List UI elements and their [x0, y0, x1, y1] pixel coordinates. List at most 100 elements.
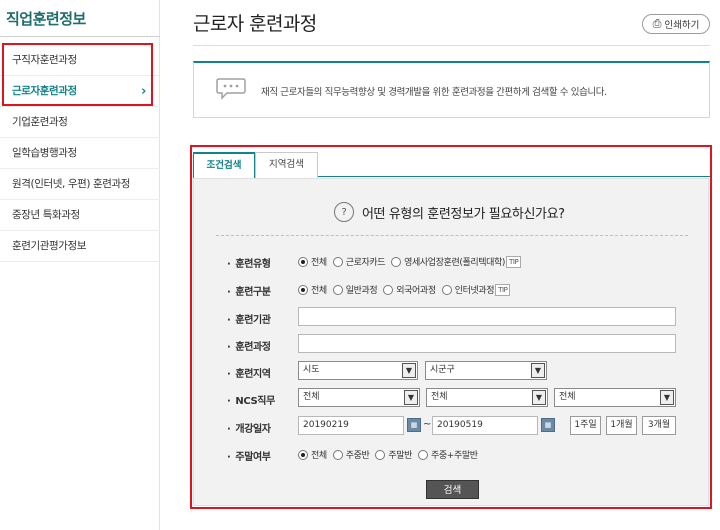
search-panel: ? 어떤 유형의 훈련정보가 필요하신가요? 훈련유형 전체 근로자카드 영세사… [193, 178, 709, 506]
course-input[interactable] [298, 334, 676, 353]
option-label: 근로자카드 [345, 258, 386, 268]
option-label: 외국어과정 [396, 286, 436, 296]
ncs-level3-select[interactable]: 전체 ▼ [554, 388, 676, 407]
start-date-label: 개강일자 [227, 420, 271, 435]
select-value: 전체 [431, 392, 448, 402]
course-label: 훈련과정 [227, 338, 271, 353]
radio[interactable] [298, 449, 308, 460]
row-institution: 훈련기관 [194, 307, 710, 329]
option-label: 주중반 [345, 451, 370, 461]
print-button[interactable]: ⎙ 인쇄하기 [642, 14, 710, 34]
training-class-option-all[interactable]: 전체 [298, 283, 327, 296]
ncs-level1-select[interactable]: 전체 ▼ [298, 388, 420, 407]
radio[interactable] [298, 284, 308, 295]
row-weekend: 주말여부 전체 주중반 주말반 주중+주말반 [194, 444, 710, 466]
printer-icon: ⎙ [652, 17, 662, 30]
sidebar-item-label: 원격(인터넷, 우편) 훈련과정 [12, 178, 131, 190]
option-label: 주중+주말반 [431, 451, 478, 461]
select-value: 전체 [559, 392, 576, 402]
option-label: 전체 [311, 286, 327, 296]
chat-bubble-icon [215, 76, 247, 108]
option-label: 전체 [311, 258, 327, 268]
search-tabs: 조건검색 지역검색 [193, 150, 710, 179]
ncs-label: NCS직무 [227, 392, 275, 407]
chevron-down-icon: ▼ [532, 390, 546, 405]
weekend-label: 주말여부 [227, 448, 271, 463]
calendar-icon[interactable]: ▦ [407, 418, 421, 432]
tab-region-search[interactable]: 지역검색 [255, 152, 318, 178]
weekend-option-both[interactable]: 주중+주말반 [418, 448, 478, 461]
row-training-class: 훈련구분 전체 일반과정 외국어과정 인터넷과정TIP [194, 279, 710, 301]
sidebar-divider [0, 36, 160, 37]
row-region: 훈련지역 시도 ▼ 시군구 ▼ [194, 361, 710, 383]
chevron-down-icon: ▼ [531, 363, 545, 378]
training-class-option-language[interactable]: 외국어과정 [383, 283, 436, 296]
sido-select[interactable]: 시도 ▼ [298, 361, 418, 380]
page-title: 근로자 훈련과정 [193, 13, 317, 35]
sidebar-menu: 구직자훈련과정 근로자훈련과정 › 기업훈련과정 일학습병행과정 원격(인터넷, … [0, 45, 160, 262]
start-date-to-input[interactable]: 20190519 [432, 416, 538, 435]
period-1week-button[interactable]: 1주일 [570, 416, 601, 435]
question-text: 어떤 유형의 훈련정보가 필요하신가요? [362, 206, 565, 222]
weekend-option-weekend[interactable]: 주말반 [375, 448, 412, 461]
weekend-option-all[interactable]: 전체 [298, 448, 327, 461]
start-date-from-input[interactable]: 20190219 [298, 416, 404, 435]
period-1month-button[interactable]: 1개월 [606, 416, 637, 435]
select-value: 전체 [303, 392, 320, 402]
option-label: 주말반 [388, 451, 413, 461]
radio[interactable] [298, 256, 308, 267]
sidebar-item-label: 일학습병행과정 [12, 147, 77, 159]
training-type-option-card[interactable]: 근로자카드 [332, 255, 386, 268]
radio[interactable] [375, 449, 386, 460]
description-box: 재직 근로자들의 직무능력향상 및 경력개발을 위한 훈련과정을 간편하게 검색… [193, 61, 710, 118]
option-label: 인터넷과정 [454, 286, 495, 296]
radio[interactable] [332, 449, 343, 460]
option-label: 전체 [311, 451, 327, 461]
sidebar-item-remote[interactable]: 원격(인터넷, 우편) 훈련과정 [0, 169, 160, 200]
sidebar-title: 직업훈련정보 [6, 10, 86, 28]
select-value: 시군구 [430, 365, 455, 375]
sidebar-item-label: 훈련기관평가정보 [12, 240, 87, 252]
tip-badge[interactable]: TIP [495, 283, 511, 296]
sidebar-item-job-seeker[interactable]: 구직자훈련과정 [0, 45, 160, 76]
radio[interactable] [391, 256, 402, 267]
training-type-option-all[interactable]: 전체 [298, 255, 327, 268]
sidebar-item-middle-aged[interactable]: 중장년 특화과정 [0, 200, 160, 231]
tip-badge[interactable]: TIP [505, 255, 522, 268]
institution-label: 훈련기관 [227, 311, 271, 326]
sidebar-item-label: 기업훈련과정 [12, 116, 68, 128]
region-label: 훈련지역 [227, 365, 271, 380]
chevron-down-icon: ▼ [404, 390, 418, 405]
option-label: 영세사업장훈련(폴리텍대학) [404, 258, 505, 268]
radio[interactable] [418, 449, 429, 460]
sidebar-item-label: 중장년 특화과정 [12, 209, 80, 221]
training-type-option-small-biz[interactable]: 영세사업장훈련(폴리텍대학) TIP [391, 255, 522, 268]
radio[interactable] [332, 256, 343, 267]
description-text: 재직 근로자들의 직무능력향상 및 경력개발을 위한 훈련과정을 간편하게 검색… [261, 87, 607, 98]
chevron-right-icon: › [141, 84, 146, 99]
row-ncs: NCS직무 전체 ▼ 전체 ▼ 전체 ▼ [194, 388, 710, 410]
period-3month-button[interactable]: 3개월 [642, 416, 676, 435]
sidebar: 직업훈련정보 구직자훈련과정 근로자훈련과정 › 기업훈련과정 일학습병행과정 원… [0, 0, 160, 530]
radio[interactable] [383, 284, 394, 295]
sigungu-select[interactable]: 시군구 ▼ [425, 361, 547, 380]
radio[interactable] [441, 284, 452, 295]
radio[interactable] [332, 284, 343, 295]
tab-condition-search[interactable]: 조건검색 [193, 152, 255, 179]
training-class-option-general[interactable]: 일반과정 [332, 283, 378, 296]
question-search-icon: ? [334, 202, 354, 222]
sidebar-item-work-study[interactable]: 일학습병행과정 [0, 138, 160, 169]
calendar-icon[interactable]: ▦ [541, 418, 555, 432]
training-class-option-internet[interactable]: 인터넷과정 TIP [441, 283, 511, 296]
sidebar-item-company[interactable]: 기업훈련과정 [0, 107, 160, 138]
institution-input[interactable] [298, 307, 676, 326]
sidebar-item-label: 구직자훈련과정 [12, 54, 77, 66]
weekend-option-weekday[interactable]: 주중반 [332, 448, 370, 461]
search-button[interactable]: 검색 [426, 480, 479, 499]
row-training-type: 훈련유형 전체 근로자카드 영세사업장훈련(폴리텍대학)TIP [194, 251, 710, 273]
sidebar-item-worker[interactable]: 근로자훈련과정 › [0, 76, 160, 107]
sidebar-item-evaluation[interactable]: 훈련기관평가정보 [0, 231, 160, 262]
ncs-level2-select[interactable]: 전체 ▼ [426, 388, 548, 407]
option-label: 일반과정 [345, 286, 378, 296]
sidebar-item-label: 근로자훈련과정 [12, 85, 77, 97]
